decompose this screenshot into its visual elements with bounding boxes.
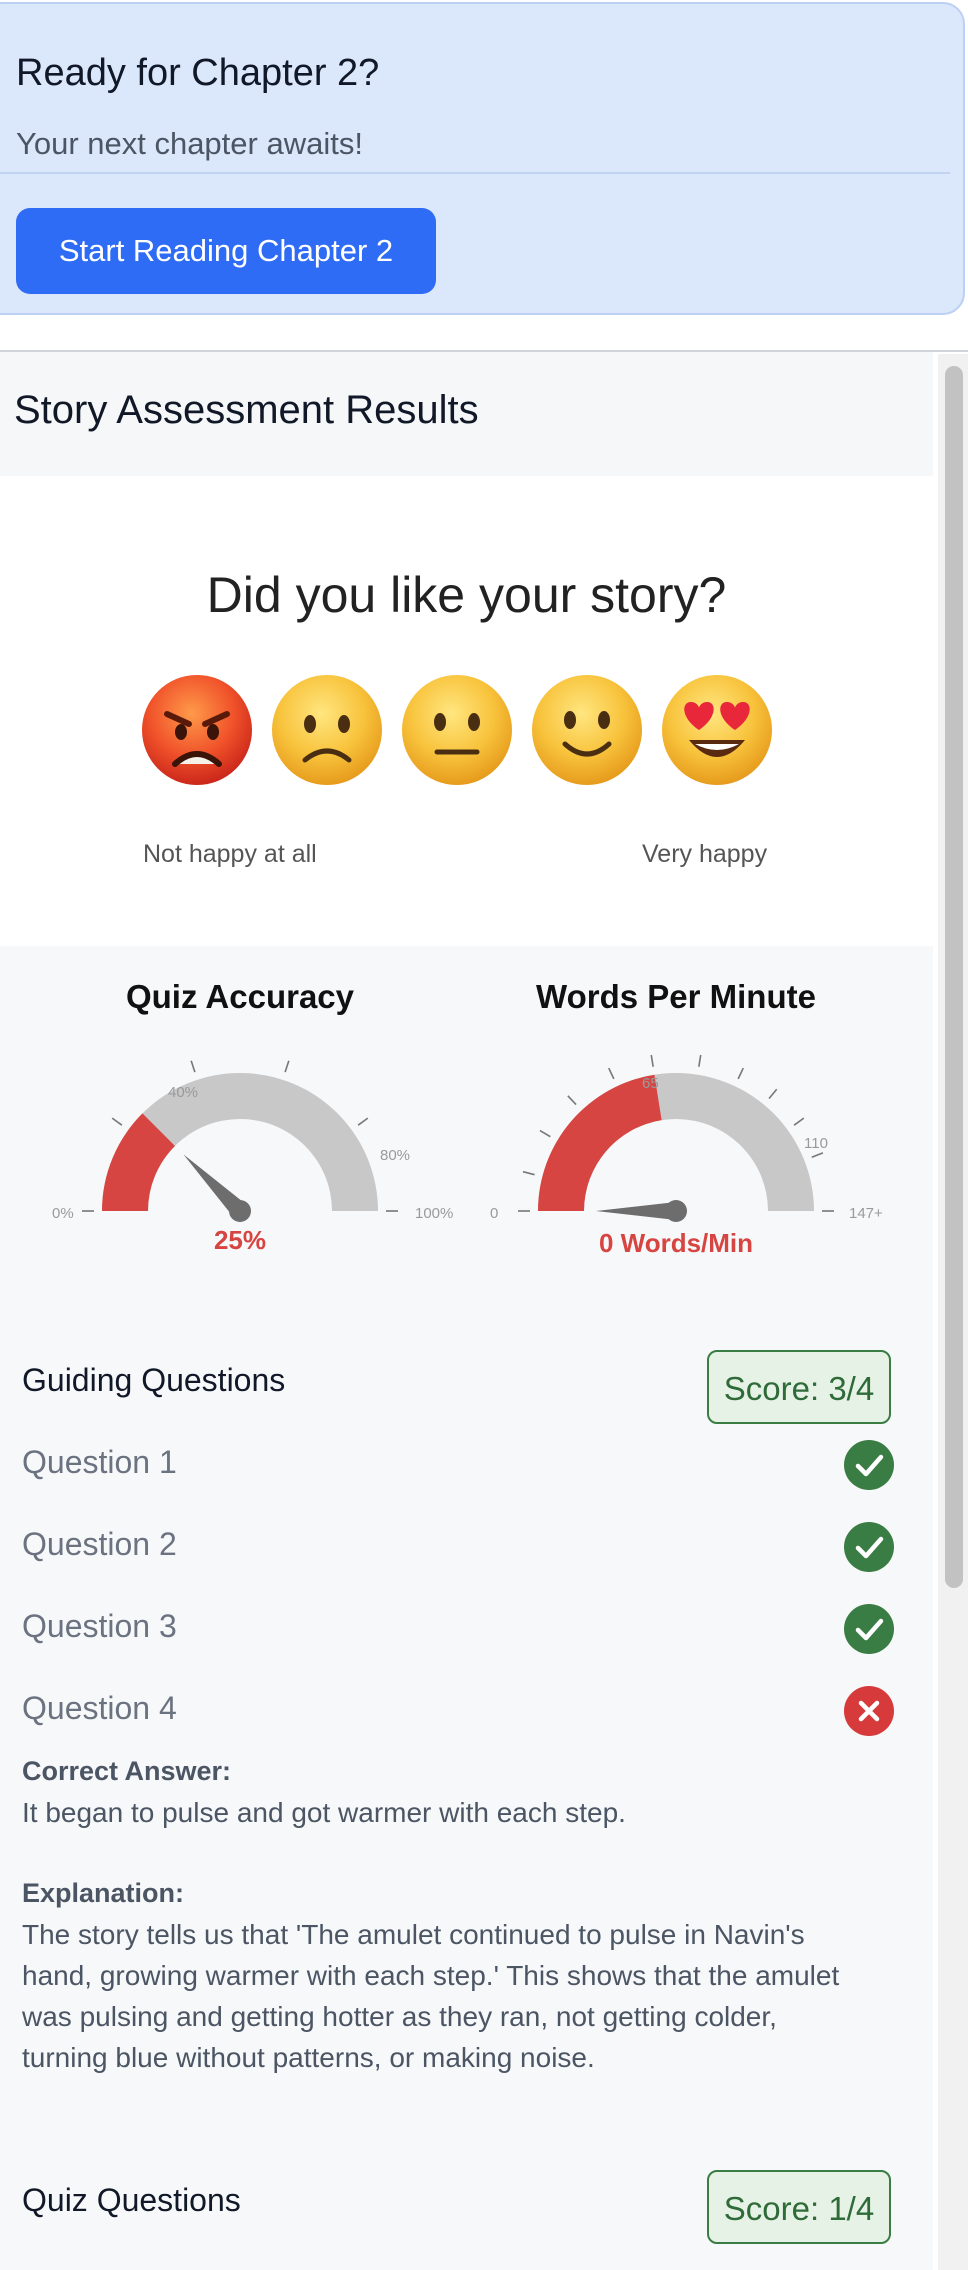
tick-label: 80%	[380, 1147, 410, 1164]
question-row[interactable]: Question 2	[22, 1518, 894, 1578]
gauge-hub	[229, 1200, 251, 1222]
panel-title: Story Assessment Results	[14, 388, 479, 432]
question-row[interactable]: Question 3	[22, 1600, 894, 1660]
cta-divider	[0, 172, 950, 174]
question-row[interactable]: Question 1	[22, 1436, 894, 1496]
tick-label: 0%	[52, 1205, 74, 1222]
gauge-tick	[567, 1095, 577, 1106]
rating-question: Did you like your story?	[206, 567, 727, 623]
gauge-value-label: 0 Words/Min	[599, 1228, 753, 1258]
question-label: Question 2	[22, 1526, 177, 1562]
check-icon	[844, 1440, 894, 1490]
quiz-score-badge: Score: 1/4	[707, 2170, 891, 2244]
results-section: Quiz Accuracy Words Per Minute 0% 40% 80…	[0, 946, 933, 2270]
start-reading-button[interactable]: Start Reading Chapter 2	[16, 208, 436, 294]
explanation-line: The story tells us that 'The amulet cont…	[22, 1919, 805, 1950]
tick-label: 100%	[415, 1205, 453, 1222]
neutral-face-icon[interactable]	[401, 674, 513, 786]
next-chapter-card: Ready for Chapter 2? Your next chapter a…	[0, 2, 965, 315]
explanation-line: hand, growing warmer with each step.' Th…	[22, 1960, 840, 1991]
scrollbar[interactable]	[938, 354, 968, 2270]
quiz-questions-title: Quiz Questions	[22, 2182, 241, 2218]
cta-subtitle: Your next chapter awaits!	[16, 126, 363, 161]
gauge-tick	[737, 1067, 744, 1080]
cross-icon	[844, 1686, 894, 1736]
tick-label: 65	[642, 1075, 659, 1092]
gauge-tick	[190, 1060, 196, 1073]
quiz-accuracy-gauge: 0% 40% 80% 100% 25%	[52, 1060, 453, 1255]
question-row[interactable]: Question 4	[22, 1682, 894, 1742]
wpm-title: Words Per Minute	[536, 978, 816, 1015]
check-icon	[844, 1604, 894, 1654]
gauge-tick	[698, 1054, 702, 1067]
explanation-line: turning blue without patterns, or making…	[22, 2042, 595, 2073]
rating-high-label: Very happy	[642, 840, 768, 868]
question-label: Question 3	[22, 1608, 177, 1644]
words-per-minute-gauge: 0 65 110 147+ 0 Words/Min	[490, 1054, 883, 1258]
question-label: Question 1	[22, 1444, 177, 1480]
gauge-needle	[596, 1202, 676, 1220]
gauge-tick	[608, 1067, 615, 1080]
gauge-tick	[522, 1170, 535, 1176]
slightly-smiling-face-icon[interactable]	[531, 674, 643, 786]
guiding-questions-title: Guiding Questions	[22, 1362, 286, 1398]
gauge-tick	[793, 1117, 805, 1126]
gauge-tick	[768, 1088, 778, 1100]
tick-label: 110	[804, 1135, 828, 1152]
correct-answer-heading: Correct Answer:	[22, 1756, 232, 1786]
story-rating: Did you like your story? Not happy at al…	[0, 476, 933, 946]
guiding-score-badge: Score: 3/4	[707, 1350, 891, 1424]
tick-label: 147+	[849, 1205, 883, 1222]
gauge-tick	[650, 1054, 654, 1067]
gauge-tick	[284, 1060, 290, 1073]
slightly-frowning-face-icon[interactable]	[271, 674, 383, 786]
gauge-tick	[539, 1129, 551, 1138]
tick-label: 0	[490, 1205, 498, 1222]
assessment-panel: Story Assessment Results Did you like yo…	[0, 350, 968, 2270]
rating-low-label: Not happy at all	[143, 840, 317, 868]
quiz-accuracy-title: Quiz Accuracy	[125, 978, 355, 1015]
question-label: Question 4	[22, 1690, 177, 1726]
explanation-line: was pulsing and getting hotter as they r…	[22, 2001, 777, 2032]
gauge-tick	[811, 1152, 824, 1158]
scrollbar-thumb[interactable]	[945, 366, 963, 1588]
check-icon	[844, 1522, 894, 1572]
gauge-hub	[665, 1200, 687, 1222]
cta-title: Ready for Chapter 2?	[16, 52, 380, 94]
tick-label: 40%	[168, 1084, 198, 1101]
gauge-tick	[357, 1117, 369, 1126]
gauge-value-label: 25%	[214, 1225, 266, 1255]
angry-face-icon[interactable]	[141, 674, 253, 786]
gauge-tick	[111, 1117, 123, 1126]
heart-eyes-face-icon[interactable]	[661, 674, 773, 786]
correct-answer-text: It began to pulse and got warmer with ea…	[22, 1797, 626, 1828]
explanation-heading: Explanation:	[22, 1878, 185, 1908]
panel-header: Story Assessment Results	[0, 352, 933, 476]
gauge-fill	[538, 1074, 662, 1211]
